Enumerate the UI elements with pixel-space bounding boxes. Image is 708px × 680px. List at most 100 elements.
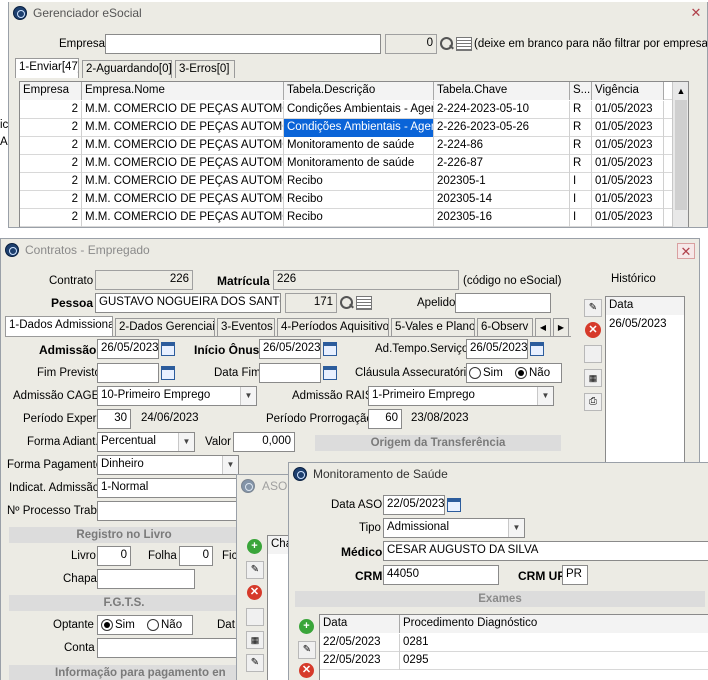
contrato-input[interactable]: 226 — [95, 270, 193, 290]
table-row[interactable]: 2M.M. COMERCIO DE PEÇAS AUTOMOTIVASMonit… — [20, 155, 672, 173]
search-icon[interactable] — [439, 36, 455, 52]
list-icon[interactable] — [456, 37, 472, 51]
tab-eventos[interactable]: 3-Eventos — [217, 318, 275, 336]
blank-button[interactable] — [584, 345, 602, 363]
col-status[interactable]: S... — [570, 82, 592, 100]
periodo-prorrogacao-days-input[interactable]: 60 — [368, 409, 402, 429]
col-data[interactable]: Data — [606, 297, 684, 315]
add-icon[interactable]: + — [299, 619, 314, 634]
tab-erros[interactable]: 3-Erros[0] — [175, 60, 235, 78]
pessoa-code-input[interactable]: 171 — [285, 293, 337, 313]
empresa-input[interactable] — [105, 34, 381, 54]
search-icon[interactable] — [339, 295, 355, 311]
medico-input[interactable]: CESAR AUGUSTO DA SILVA — [383, 541, 708, 561]
optante-nao-radio[interactable] — [147, 619, 159, 631]
calendar-icon[interactable] — [447, 498, 461, 512]
clausula-sim-radio[interactable] — [469, 367, 481, 379]
pessoa-input[interactable]: GUSTAVO NOGUEIRA DOS SANTOS — [95, 293, 281, 313]
folha-input[interactable]: 0 — [179, 546, 213, 566]
tab-scroll-right[interactable]: ▶ — [553, 318, 569, 336]
clausula-nao-radio[interactable] — [515, 367, 527, 379]
calendar-list-icon[interactable]: ▦ — [246, 631, 264, 649]
tab-dados-admissionais[interactable]: 1-Dados Admissionais — [5, 316, 113, 336]
edit-icon[interactable]: ✎ — [298, 641, 316, 659]
conta-input[interactable] — [97, 638, 239, 658]
chevron-down-icon[interactable]: ▼ — [537, 387, 553, 405]
table-row[interactable]: 2M.M. COMERCIO DE PEÇAS AUTOMOTIVASMonit… — [20, 137, 672, 155]
calendar-icon[interactable] — [530, 342, 544, 356]
delete-icon[interactable]: ✕ — [299, 663, 314, 678]
forma-pagamento-select[interactable]: Dinheiro ▼ — [97, 455, 239, 475]
table-row[interactable]: 2M.M. COMERCIO DE PEÇAS AUTOMOTIVASRecib… — [20, 173, 672, 191]
list-icon[interactable] — [356, 296, 372, 310]
calendar-list-icon[interactable]: ▦ — [584, 369, 602, 387]
col-data[interactable]: Data — [320, 615, 400, 633]
livro-input[interactable]: 0 — [97, 546, 131, 566]
chapa-label: Chapa — [63, 573, 97, 585]
table-header: Data Procedimento Diagnóstico — [320, 615, 708, 633]
close-icon[interactable]: ✕ — [677, 243, 695, 259]
print-icon[interactable]: ⎙ — [584, 393, 602, 411]
optante-sim-radio[interactable] — [101, 619, 113, 631]
forma-adiant-select[interactable]: Percentual ▼ — [97, 432, 195, 452]
table-row[interactable]: 2M.M. COMERCIO DE PEÇAS AUTOMOTIVASCondi… — [20, 101, 672, 119]
delete-icon[interactable]: ✕ — [585, 322, 601, 338]
matricula-input[interactable]: 226 — [273, 270, 459, 290]
close-icon[interactable]: ✕ — [687, 5, 705, 21]
table-row[interactable]: 2M.M. COMERCIO DE PEÇAS AUTOMOTIVASRecib… — [20, 191, 672, 209]
indicat-admissao-select[interactable]: 1-Normal — [97, 478, 239, 498]
calendar-icon[interactable] — [161, 366, 175, 380]
chevron-down-icon[interactable]: ▼ — [178, 433, 194, 451]
tab-enviar[interactable]: 1-Enviar[47] — [15, 58, 79, 78]
tab-observ[interactable]: 6-Observ — [477, 318, 533, 336]
scroll-thumb[interactable] — [675, 100, 687, 210]
col-vigencia[interactable]: Vigência — [592, 82, 664, 100]
tab-scroll-left[interactable]: ◀ — [535, 318, 551, 336]
admissao-caged-select[interactable]: 10-Primeiro Emprego ▼ — [97, 386, 257, 406]
chevron-down-icon[interactable]: ▼ — [240, 387, 256, 405]
calendar-icon[interactable] — [323, 366, 337, 380]
fim-previsto-input[interactable] — [97, 363, 159, 383]
apelido-input[interactable] — [455, 293, 551, 313]
col-empresa-nome[interactable]: Empresa.Nome — [82, 82, 284, 100]
empresa-code-input[interactable]: 0 — [385, 34, 437, 54]
crm-uf-input[interactable]: PR — [562, 565, 588, 585]
scroll-up-icon[interactable]: ▲ — [673, 82, 688, 100]
col-tabela-descricao[interactable]: Tabela.Descrição — [284, 82, 434, 100]
edit-doc-icon[interactable]: ✎ — [246, 654, 264, 672]
data-fim-input[interactable] — [259, 363, 321, 383]
table-row[interactable]: 26/05/2023 — [606, 316, 684, 334]
ad-tempo-servico-input[interactable]: 26/05/2023 — [466, 339, 528, 359]
data-aso-input[interactable]: 22/05/2023 — [383, 495, 445, 515]
chevron-down-icon[interactable]: ▼ — [222, 456, 238, 474]
table-scrollbar[interactable]: ▲ — [672, 82, 688, 227]
table-row[interactable]: 22/05/2023 0281 — [320, 634, 708, 652]
tipo-select[interactable]: Admissional ▼ — [383, 518, 525, 538]
tab-dados-gerenciais[interactable]: 2-Dados Gerenciais — [115, 318, 215, 336]
table-row[interactable]: 22/05/2023 0295 — [320, 652, 708, 670]
inicio-onus-input[interactable]: 26/05/2023 — [259, 339, 321, 359]
tab-vales-planos[interactable]: 5-Vales e Planos — [391, 318, 475, 336]
calendar-icon[interactable] — [161, 342, 175, 356]
crm-input[interactable]: 44050 — [383, 565, 499, 585]
chevron-down-icon[interactable]: ▼ — [508, 519, 524, 537]
col-tabela-chave[interactable]: Tabela.Chave — [434, 82, 570, 100]
admissao-rais-select[interactable]: 1-Primeiro Emprego ▼ — [368, 386, 554, 406]
table-row[interactable]: 2M.M. COMERCIO DE PEÇAS AUTOMOTIVASRecib… — [20, 209, 672, 227]
edit-icon[interactable]: ✎ — [584, 299, 602, 317]
valor-input[interactable]: 0,000 — [233, 432, 295, 452]
tab-aguardando[interactable]: 2-Aguardando[0] — [82, 60, 172, 78]
blank-button[interactable] — [246, 608, 264, 626]
admissao-input[interactable]: 26/05/2023 — [97, 339, 159, 359]
periodo-exper-days-input[interactable]: 30 — [97, 409, 131, 429]
edit-icon[interactable]: ✎ — [246, 561, 264, 579]
delete-icon[interactable]: ✕ — [247, 585, 262, 600]
col-procedimento[interactable]: Procedimento Diagnóstico — [400, 615, 708, 633]
tab-periodos-aquisitivos[interactable]: 4-Períodos Aquisitivos — [277, 318, 389, 336]
table-row[interactable]: 2M.M. COMERCIO DE PEÇAS AUTOMOTIVASCondi… — [20, 119, 672, 137]
add-icon[interactable]: + — [247, 539, 262, 554]
nprocesso-input[interactable] — [97, 501, 239, 521]
chapa-input[interactable] — [97, 569, 195, 589]
calendar-icon[interactable] — [323, 342, 337, 356]
col-empresa[interactable]: Empresa — [20, 82, 82, 100]
